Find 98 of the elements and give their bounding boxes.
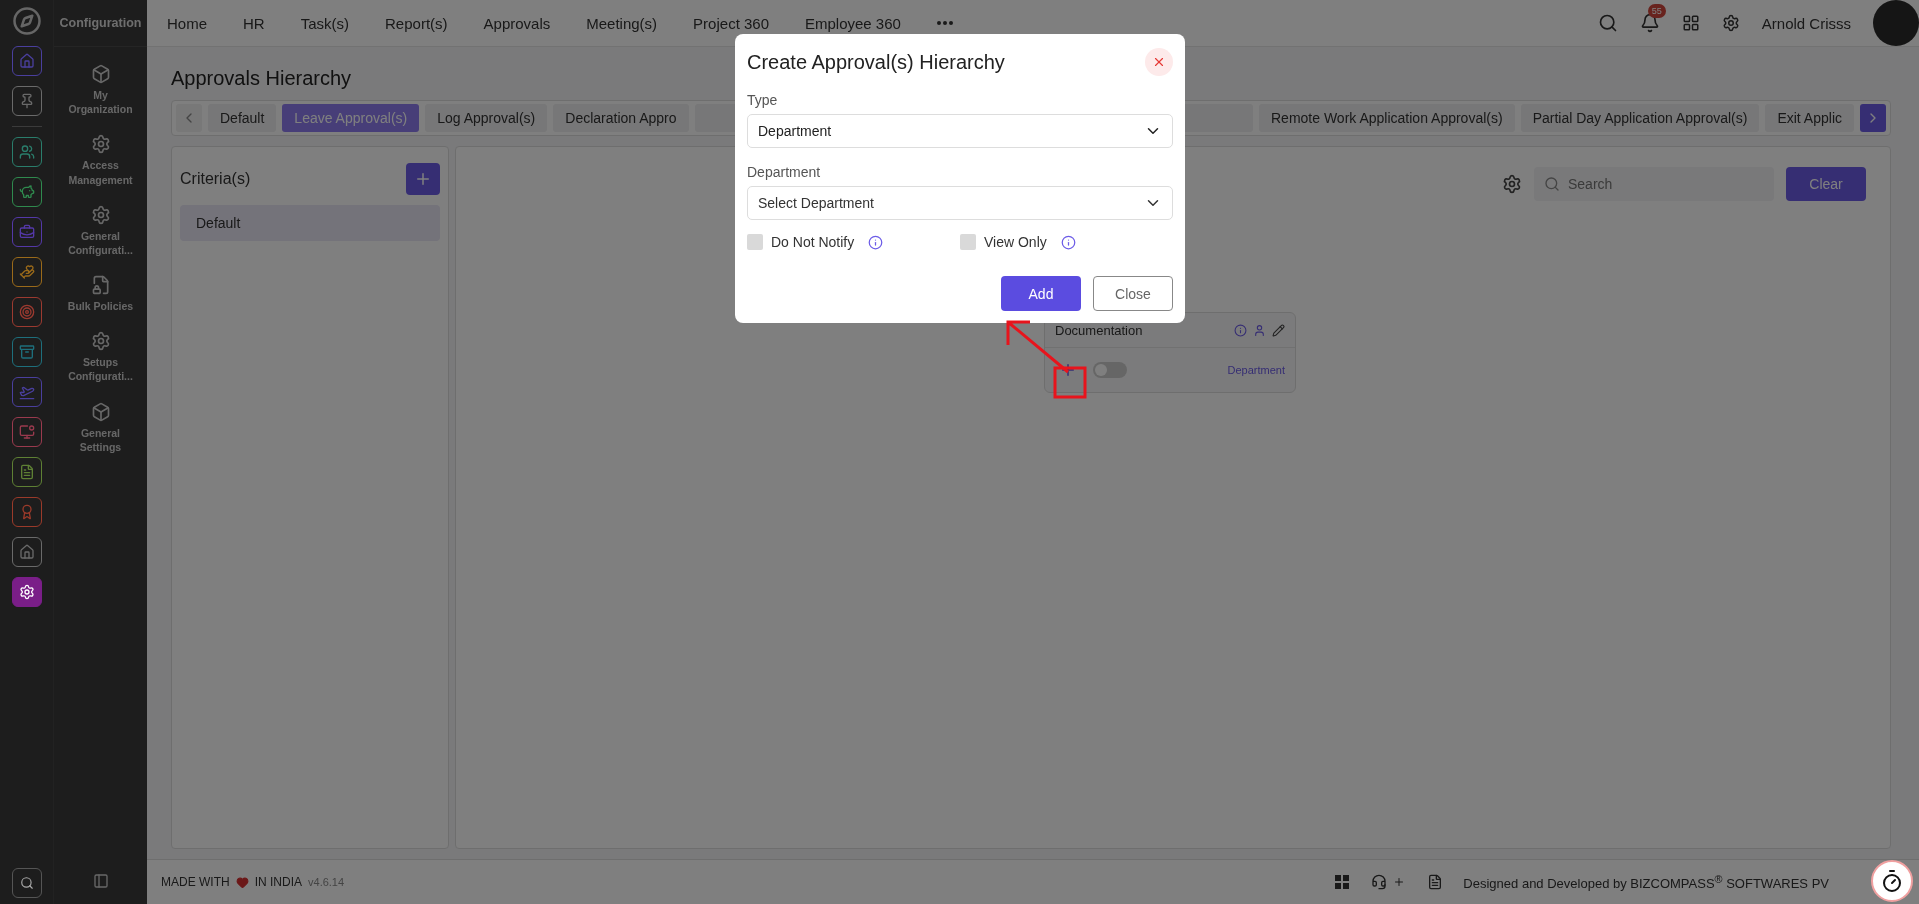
menu-item[interactable]: Approvals bbox=[483, 14, 551, 32]
archive-icon bbox=[18, 344, 35, 360]
cube-icon bbox=[90, 401, 111, 422]
menu-item[interactable]: Report(s) bbox=[385, 14, 448, 32]
checkbox-label: View Only bbox=[984, 234, 1047, 250]
type-select[interactable]: Department bbox=[747, 114, 1173, 148]
notification-count: 55 bbox=[1647, 4, 1666, 18]
tab[interactable]: Default bbox=[208, 104, 277, 132]
document-icon bbox=[1427, 874, 1444, 890]
checkbox[interactable] bbox=[747, 234, 763, 250]
menu-item[interactable]: Meeting(s) bbox=[586, 14, 658, 32]
dialog-title: Create Approval(s) Hierarchy bbox=[747, 50, 1005, 74]
bell-icon bbox=[1639, 13, 1660, 33]
checkbox[interactable] bbox=[960, 234, 976, 250]
cube-icon bbox=[90, 64, 111, 84]
settings-icon bbox=[1721, 14, 1740, 32]
heart-icon bbox=[235, 875, 249, 889]
document-icon bbox=[18, 464, 35, 480]
add-button[interactable]: Add bbox=[1001, 276, 1081, 311]
menu-item[interactable]: Home bbox=[167, 14, 207, 32]
sidebar-item[interactable]: Bulk Policies bbox=[55, 274, 146, 315]
plane-icon bbox=[18, 384, 35, 400]
info-icon bbox=[1060, 234, 1076, 250]
clear-button[interactable]: Clear bbox=[1786, 167, 1866, 201]
user-avatar[interactable] bbox=[1873, 0, 1919, 46]
settings-icon bbox=[18, 584, 35, 600]
menu-item[interactable]: HR bbox=[243, 14, 265, 32]
field-label: Department bbox=[747, 164, 822, 180]
apps-button[interactable] bbox=[1681, 14, 1700, 32]
tab[interactable]: Exit Applic bbox=[1765, 104, 1854, 132]
people-icon bbox=[18, 144, 35, 160]
node-title: Documentation bbox=[1055, 322, 1144, 338]
search-icon bbox=[1597, 13, 1618, 33]
house-icon bbox=[18, 544, 35, 560]
plus-icon bbox=[1059, 361, 1077, 379]
plus-icon bbox=[1393, 876, 1406, 888]
highlight-box bbox=[1053, 366, 1087, 399]
menu-item[interactable]: Task(s) bbox=[300, 14, 350, 32]
grid-icon bbox=[1681, 14, 1700, 32]
tab[interactable]: Remote Work Application Approval(s) bbox=[1259, 104, 1515, 132]
close-button[interactable]: Close bbox=[1093, 276, 1173, 311]
department-select[interactable]: Select Department bbox=[747, 186, 1173, 220]
sidebar-item[interactable]: Setups Configurati... bbox=[55, 330, 146, 385]
tab[interactable]: Declaration Appro bbox=[553, 104, 689, 132]
headset-icon bbox=[1371, 874, 1388, 890]
node-type: Department bbox=[1227, 364, 1285, 376]
search-icon bbox=[19, 876, 34, 890]
tab[interactable]: Leave Approval(s) bbox=[282, 104, 420, 132]
credit-text: Designed and Developed by BIZCOMPASS$^{®}$ SOFTWARES PV bbox=[1463, 872, 1829, 892]
add-criteria-button[interactable] bbox=[406, 163, 440, 195]
footer-text: IN INDIA bbox=[254, 875, 302, 889]
menu-item[interactable]: Employee 360 bbox=[805, 14, 901, 32]
info-icon bbox=[868, 234, 884, 250]
stopwatch-icon bbox=[1880, 869, 1904, 893]
settings-icon bbox=[90, 134, 111, 155]
target-icon bbox=[18, 304, 35, 320]
close-icon bbox=[1152, 55, 1166, 69]
piggy-bank-icon bbox=[18, 184, 35, 200]
compass-logo-icon bbox=[11, 6, 42, 36]
footer-text: MADE WITH bbox=[161, 875, 230, 889]
sidebar-item[interactable]: My Organization bbox=[55, 63, 146, 118]
sidebar-item[interactable]: General Settings bbox=[55, 400, 146, 455]
toggle-switch[interactable] bbox=[1093, 362, 1127, 378]
user-name: Arnold Crisss bbox=[1761, 14, 1851, 32]
panel-icon bbox=[92, 873, 109, 889]
more-icon[interactable] bbox=[936, 21, 953, 25]
app-launcher-button[interactable] bbox=[11, 577, 42, 607]
menu-item[interactable]: Project 360 bbox=[693, 14, 769, 32]
notifications-button[interactable] bbox=[1639, 13, 1660, 33]
tab[interactable]: Partial Day Application Approval(s) bbox=[1520, 104, 1760, 132]
settings-button[interactable] bbox=[1721, 14, 1740, 32]
hands-icon bbox=[18, 264, 35, 280]
info-icon bbox=[1234, 323, 1247, 337]
version-label: v4.6.14 bbox=[308, 876, 345, 888]
pencil-icon bbox=[1272, 323, 1285, 337]
briefcase-icon bbox=[18, 224, 35, 240]
search-field[interactable]: Search bbox=[1534, 167, 1774, 201]
search-button[interactable] bbox=[11, 868, 42, 898]
field-label: Type bbox=[747, 92, 779, 108]
monitor-icon bbox=[18, 424, 35, 440]
document-icon bbox=[90, 275, 111, 296]
criteria-item[interactable]: Default bbox=[180, 205, 440, 241]
search-button[interactable] bbox=[1597, 13, 1618, 33]
sidebar-item[interactable]: Access Management bbox=[55, 133, 146, 188]
plus-icon bbox=[414, 170, 432, 188]
page-title: Approvals Hierarchy bbox=[171, 67, 353, 90]
checkbox-label: Do Not Notify bbox=[771, 234, 855, 250]
windows-icon[interactable] bbox=[1335, 875, 1350, 889]
sidebar-item[interactable]: General Configurati... bbox=[55, 203, 146, 259]
settings-icon bbox=[1502, 174, 1522, 194]
panel-title: Criteria(s) bbox=[180, 170, 251, 188]
person-icon bbox=[1253, 323, 1266, 337]
tab[interactable]: Log Approval(s) bbox=[425, 104, 548, 132]
close-button[interactable] bbox=[1145, 48, 1173, 76]
home-icon bbox=[18, 53, 35, 69]
scroll-right-button[interactable] bbox=[1860, 104, 1886, 132]
settings-icon bbox=[90, 204, 111, 225]
settings-icon bbox=[90, 331, 111, 352]
